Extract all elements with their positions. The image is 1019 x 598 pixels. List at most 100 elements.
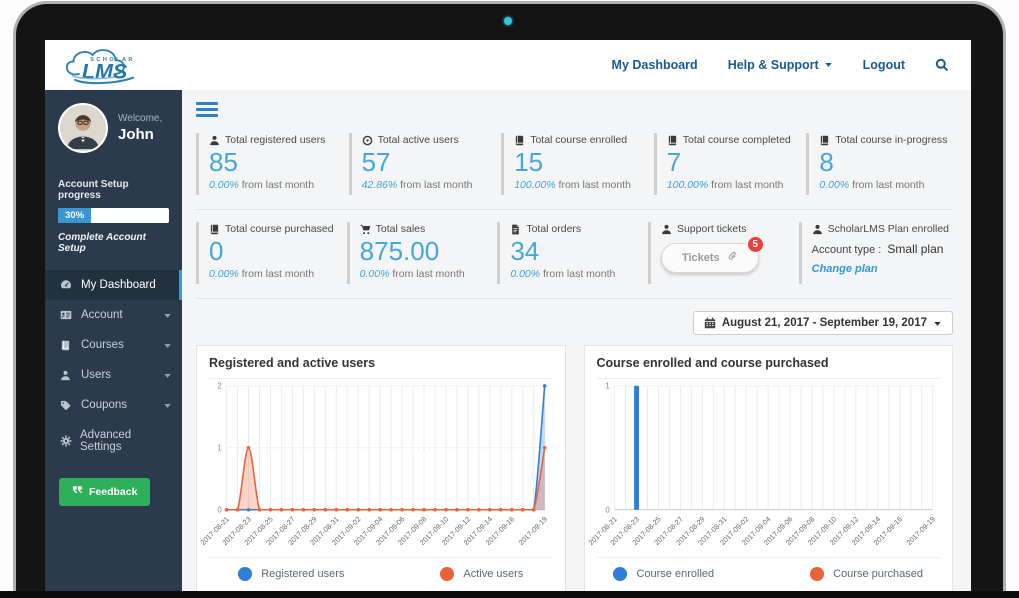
sidebar-item-advanced-settings[interactable]: Advanced Settings [45, 420, 182, 462]
stat-card: Total course completed 7 100.00% from la… [654, 133, 801, 195]
stat-change: 42.86% from last month [362, 179, 492, 191]
cart-icon [360, 224, 371, 235]
screen: SCHOLAR LMS My Dashboard Help & Support … [45, 40, 971, 598]
stat-change: 0.00% from last month [209, 179, 339, 191]
svg-text:1: 1 [217, 444, 221, 453]
app-logo[interactable]: SCHOLAR LMS [63, 44, 153, 87]
clock-icon [362, 135, 373, 146]
book-icon [60, 340, 73, 351]
feedback-button[interactable]: Feedback [59, 478, 150, 506]
divider [196, 209, 953, 210]
svg-text:1: 1 [605, 382, 609, 391]
plan-label: ScholarLMS Plan enrolled [828, 223, 949, 235]
chart-panel-courses: Course enrolled and course purchased 012… [584, 345, 954, 598]
stat-value: 57 [362, 148, 492, 178]
stat-label: Total course enrolled [530, 134, 627, 146]
setup-progress-bar[interactable]: 30% [58, 208, 169, 223]
sidebar-item-label: Courses [81, 339, 124, 351]
date-range-picker[interactable]: August 21, 2017 - September 19, 2017 [693, 311, 953, 335]
sidebar-item-users[interactable]: Users [45, 360, 182, 390]
stats-row-2: Total course purchased 0 0.00% from last… [196, 222, 953, 284]
legend-item[interactable]: Registered users [238, 567, 344, 581]
profile-block: Welcome, John [45, 90, 182, 163]
dashboard-icon [60, 279, 73, 291]
progress-fill: 30% [58, 208, 91, 223]
legend-dot [613, 567, 627, 581]
stat-card: Total course enrolled 15 100.00% from la… [501, 133, 648, 195]
stat-change: 100.00% from last month [514, 179, 644, 191]
nav-my-dashboard[interactable]: My Dashboard [612, 58, 698, 72]
sidebar-item-courses[interactable]: Courses [45, 330, 182, 360]
change-plan-link[interactable]: Change plan [812, 263, 878, 275]
complete-setup-link[interactable]: Complete Account Setup [58, 232, 169, 254]
progress-value: 30% [65, 210, 84, 221]
person-icon [661, 224, 672, 235]
person-icon [812, 224, 823, 235]
stat-value: 85 [209, 148, 339, 178]
book-icon [209, 224, 220, 235]
courses-chart[interactable]: 012017-08-212017-08-232017-08-252017-08-… [597, 379, 941, 553]
legend-label: Course enrolled [636, 568, 714, 580]
stat-value: 8 [819, 148, 949, 178]
top-navbar: SCHOLAR LMS My Dashboard Help & Support … [45, 40, 971, 90]
username: John [118, 126, 162, 143]
stats-row-1: Total registered users 85 0.00% from las… [196, 133, 953, 195]
book-icon [819, 135, 830, 146]
date-range-text: August 21, 2017 - September 19, 2017 [722, 317, 927, 329]
support-tickets-card: Support tickets Tickets 5 [648, 222, 793, 284]
sidebar-item-label: Advanced Settings [80, 429, 164, 453]
stat-card: Total orders 34 0.00% from last month [497, 222, 642, 284]
chevron-down-icon [163, 341, 172, 350]
avatar[interactable] [58, 103, 108, 153]
chevron-down-icon [163, 401, 172, 410]
top-nav-links: My Dashboard Help & Support Logout [612, 58, 949, 72]
legend-item[interactable]: Active users [440, 567, 523, 581]
legend-dot [440, 567, 454, 581]
nav-help-support[interactable]: Help & Support [728, 58, 833, 72]
paperclip-icon [727, 251, 738, 265]
users-chart[interactable]: 0122017-08-212017-08-232017-08-252017-08… [209, 379, 553, 553]
device-bottom-edge [0, 591, 1019, 598]
welcome-text: Welcome, John [118, 113, 162, 143]
chart-title: Registered and active users [209, 356, 553, 379]
sidebar-item-my-dashboard[interactable]: My Dashboard [45, 270, 182, 300]
legend-item[interactable]: Course purchased [810, 567, 923, 581]
nav-logout[interactable]: Logout [863, 58, 905, 72]
sidebar-item-account[interactable]: Account [45, 300, 182, 330]
svg-text:2017-09-19: 2017-09-19 [904, 515, 936, 547]
sidebar-item-coupons[interactable]: Coupons [45, 390, 182, 420]
chevron-down-icon [824, 58, 833, 72]
gear-icon [60, 435, 72, 447]
stat-label: Total sales [376, 223, 426, 235]
book-icon [514, 135, 525, 146]
tickets-button[interactable]: Tickets 5 [661, 243, 759, 273]
caret-down-icon [933, 319, 942, 328]
chevron-down-icon [163, 311, 172, 320]
stat-card: Total course purchased 0 0.00% from last… [196, 222, 341, 284]
stat-change: 0.00% from last month [510, 268, 638, 280]
stat-label: Total registered users [225, 134, 325, 146]
hamburger-menu-icon[interactable] [196, 102, 218, 117]
courses-chart-legend: Course enrolled Course purchased [597, 557, 941, 581]
search-icon[interactable] [935, 58, 949, 72]
sidebar: Welcome, John Account Setup progress 30%… [45, 90, 182, 598]
stat-change: 0.00% from last month [819, 179, 949, 191]
plan-card: ScholarLMS Plan enrolled Account type : … [799, 222, 953, 284]
stat-value: 0 [209, 237, 337, 267]
account-type-line: Account type : Small plan [812, 242, 949, 256]
tickets-badge: 5 [746, 235, 765, 254]
camera-dot [504, 17, 512, 25]
stat-card: Total registered users 85 0.00% from las… [196, 133, 343, 195]
stat-change: 0.00% from last month [360, 268, 488, 280]
date-filter-row: August 21, 2017 - September 19, 2017 [196, 311, 953, 335]
idcard-icon [60, 309, 73, 321]
legend-item[interactable]: Course enrolled [613, 567, 714, 581]
divider [196, 298, 953, 299]
stat-card: Total course in-progress 8 0.00% from la… [806, 133, 953, 195]
legend-dot [810, 567, 824, 581]
welcome-label: Welcome, [118, 113, 162, 124]
sidebar-menu: My Dashboard Account Courses Users Coupo… [45, 270, 182, 462]
stat-value: 875.00 [360, 237, 488, 267]
quote-icon [72, 485, 83, 499]
chart-title: Course enrolled and course purchased [597, 356, 941, 379]
